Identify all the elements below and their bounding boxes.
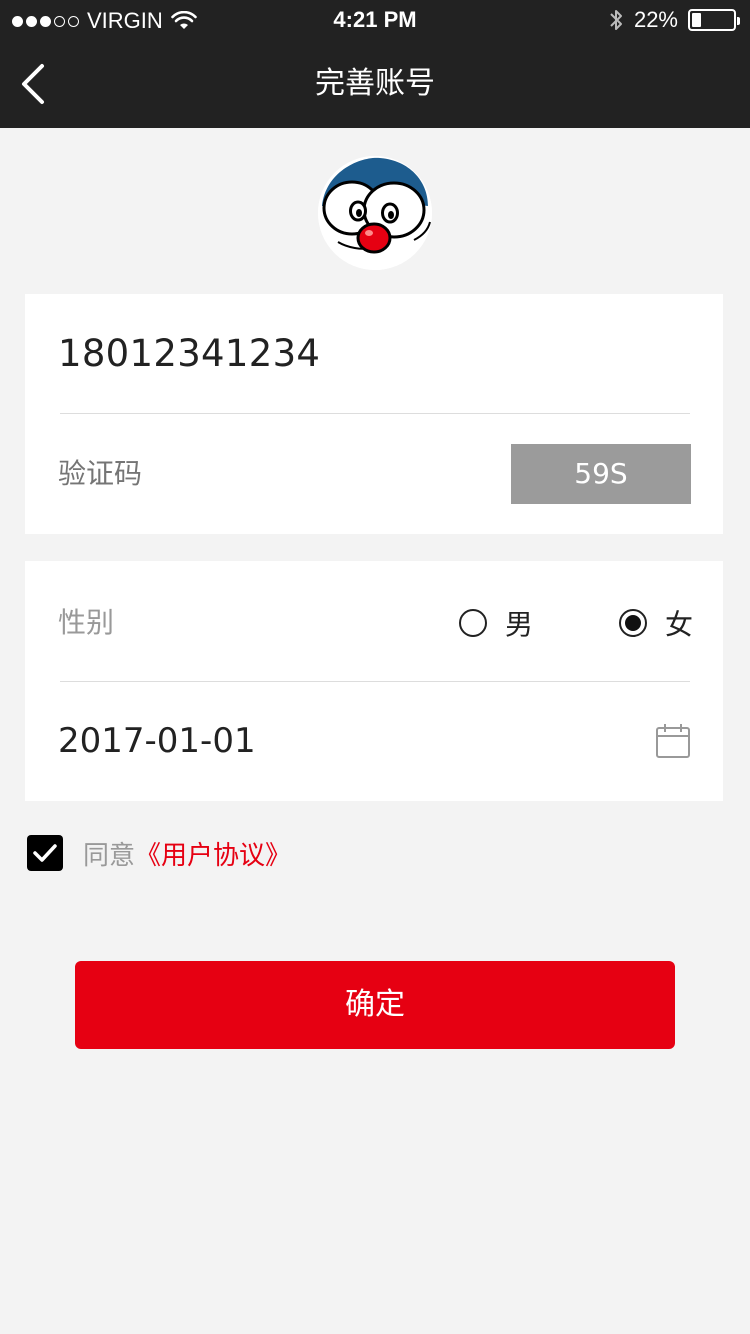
battery-percent: 22% xyxy=(633,7,678,32)
back-button[interactable] xyxy=(14,60,54,108)
top-bar: VIRGIN 4:21 PM 22% 完善账号 xyxy=(0,0,750,128)
gender-option-male[interactable]: 男 xyxy=(459,603,533,643)
verification-code-input[interactable] xyxy=(58,454,478,494)
gender-label: 性别 xyxy=(58,606,115,639)
radio-unchecked-icon xyxy=(459,609,487,637)
status-right: 22% xyxy=(608,6,740,34)
confirm-button[interactable]: 确定 xyxy=(75,961,675,1049)
agreement-prefix: 同意 xyxy=(83,840,136,871)
radio-checked-icon xyxy=(619,609,647,637)
profile-card: 性别 男 女 2017-01-01 xyxy=(25,561,723,801)
status-bar: VIRGIN 4:21 PM 22% xyxy=(0,0,750,40)
avatar-cartoon-image xyxy=(318,156,432,270)
checkmark-icon xyxy=(33,844,57,862)
phone-card: 18012341234 59S xyxy=(25,294,723,534)
gender-option-female[interactable]: 女 xyxy=(619,603,693,643)
divider xyxy=(60,681,690,682)
agreement-checkbox[interactable] xyxy=(27,835,63,871)
gender-option-label: 女 xyxy=(665,608,694,641)
page-title: 完善账号 xyxy=(315,66,435,101)
divider xyxy=(60,413,690,414)
battery-fill xyxy=(692,13,701,27)
agreement-row: 同意 《用户协议》 xyxy=(27,835,291,871)
phone-number-field[interactable]: 18012341234 xyxy=(58,330,320,378)
user-agreement-link[interactable]: 《用户协议》 xyxy=(135,835,291,872)
resend-code-button[interactable]: 59S xyxy=(511,444,691,504)
birthday-field[interactable]: 2017-01-01 xyxy=(58,721,256,761)
bluetooth-icon xyxy=(610,10,622,30)
navigation-bar: 完善账号 xyxy=(0,40,750,128)
battery-icon xyxy=(688,9,740,31)
avatar[interactable] xyxy=(318,156,432,270)
gender-option-label: 男 xyxy=(505,608,534,641)
calendar-icon[interactable] xyxy=(655,723,691,759)
